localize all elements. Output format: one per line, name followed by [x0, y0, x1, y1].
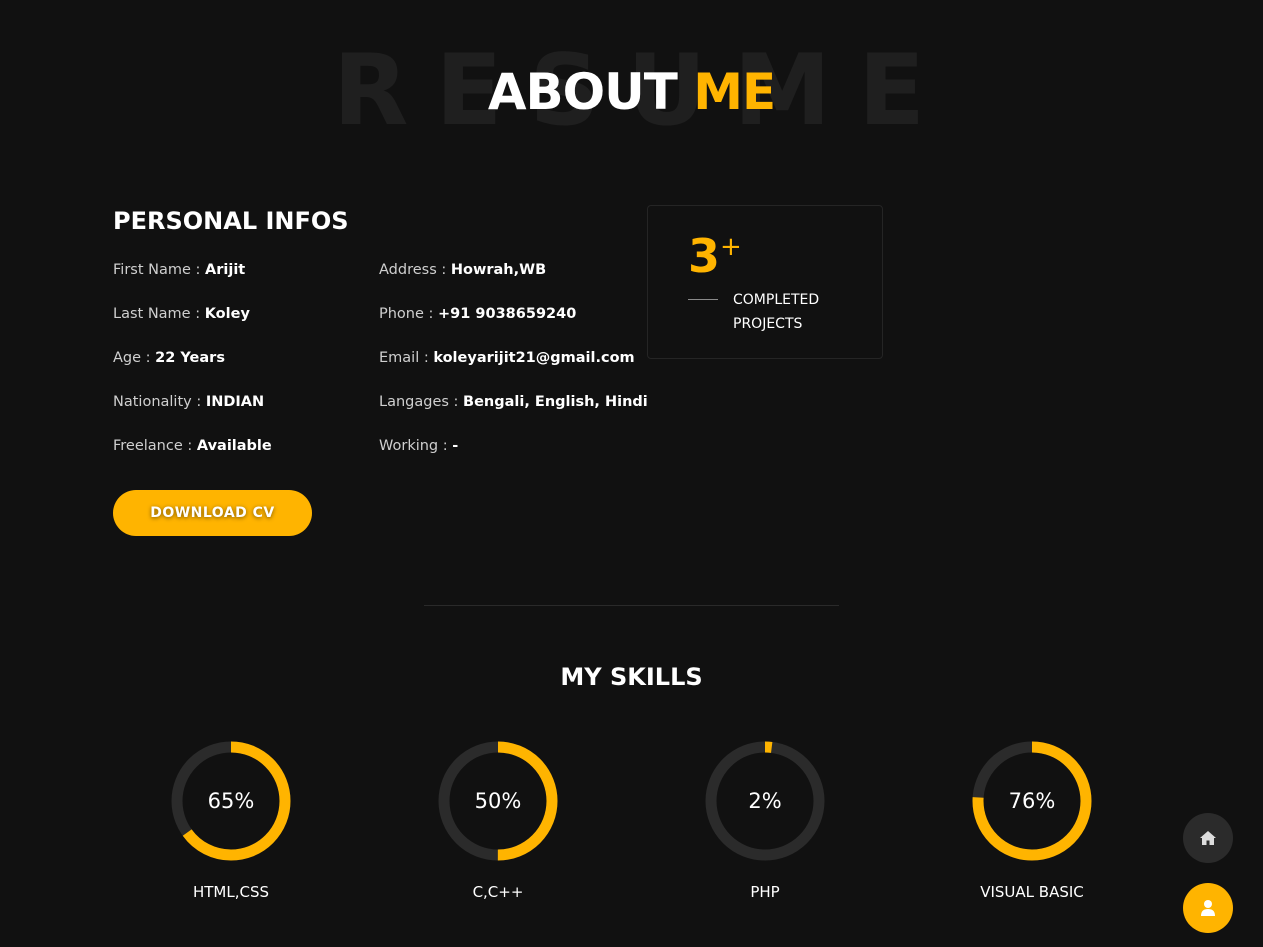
skill-name: PHP [750, 883, 780, 901]
info-value: Koley [204, 306, 250, 322]
section-divider [424, 605, 839, 606]
info-nationality: Nationality : INDIAN [113, 390, 272, 434]
info-separator: : [419, 350, 434, 366]
home-icon [1200, 831, 1216, 845]
info-last-name: Last Name : Koley [113, 302, 272, 346]
info-freelance: Freelance : Available [113, 434, 272, 478]
info-age: Age : 22 Years [113, 346, 272, 390]
skills-heading: MY SKILLS [560, 663, 703, 691]
info-key: Address [379, 262, 437, 278]
skill-visual-basic: 76% VISUAL BASIC [922, 741, 1142, 901]
skill-html-css: 65% HTML,CSS [121, 741, 341, 901]
info-separator: : [141, 350, 156, 366]
about-page: RESUME ABOUT ME PERSONAL INFOS First Nam… [0, 0, 1263, 947]
skill-progress-ring: 50% [438, 741, 558, 861]
info-key: Nationality [113, 394, 192, 410]
user-icon [1201, 900, 1215, 916]
title-word-about: ABOUT [487, 63, 678, 121]
info-email: Email : koleyarijit21@gmail.com [379, 346, 648, 390]
title-word-me: ME [693, 63, 776, 121]
info-value: Howrah,WB [450, 262, 547, 278]
info-value: - [452, 438, 459, 454]
skill-percent: 50% [474, 789, 522, 813]
info-working: Working : - [379, 434, 648, 478]
info-key: Age [113, 350, 142, 366]
info-value: INDIAN [205, 394, 265, 410]
info-value: koleyarijit21@gmail.com [433, 350, 635, 366]
info-languages: Langages : Bengali, English, Hindi [379, 390, 648, 434]
info-separator: : [190, 262, 206, 278]
skill-progress-ring: 2% [705, 741, 825, 861]
info-separator: : [191, 394, 206, 410]
home-nav-button[interactable] [1183, 813, 1233, 863]
projects-count: 3 [688, 229, 721, 283]
personal-infos-heading: PERSONAL INFOS [113, 207, 349, 235]
skill-name: HTML,CSS [192, 883, 270, 901]
info-value: Bengali, English, Hindi [463, 394, 648, 410]
download-cv-button[interactable]: DOWNLOAD CV [113, 490, 312, 536]
skill-progress-ring: 65% [171, 741, 291, 861]
info-value: Arijit [205, 262, 246, 278]
skill-name: VISUAL BASIC [980, 883, 1084, 901]
info-value: 22 Years [155, 350, 225, 366]
info-key: Freelance [113, 438, 183, 454]
projects-plus-sign: + [720, 232, 742, 262]
completed-projects-card: 3 + COMPLETED PROJECTS [647, 205, 883, 359]
skill-percent: 76% [1008, 789, 1056, 813]
personal-info-list-left: First Name : Arijit Last Name : Koley Ag… [113, 258, 272, 478]
skill-progress-ring: 76% [972, 741, 1092, 861]
info-key: Langages [379, 394, 449, 410]
skill-percent: 2% [748, 789, 782, 813]
info-value: +91 9038659240 [438, 306, 577, 322]
page-title: ABOUT ME [0, 62, 1263, 122]
personal-info-list-right: Address : Howrah,WB Phone : +91 90386592… [379, 258, 648, 478]
info-address: Address : Howrah,WB [379, 258, 648, 302]
info-key: First Name [113, 262, 191, 278]
info-separator: : [182, 438, 197, 454]
info-phone: Phone : +91 9038659240 [379, 302, 648, 346]
info-value: Available [196, 438, 272, 454]
info-first-name: First Name : Arijit [113, 258, 272, 302]
skill-php: 2% PHP [655, 741, 875, 901]
info-separator: : [436, 262, 451, 278]
info-separator: : [438, 438, 453, 454]
skill-c-cpp: 50% C,C++ [388, 741, 608, 901]
info-key: Phone [379, 306, 424, 322]
projects-label: COMPLETED PROJECTS [733, 292, 820, 332]
info-key: Working [379, 438, 439, 454]
info-separator: : [190, 306, 205, 322]
info-key: Email [379, 350, 420, 366]
info-separator: : [423, 306, 439, 322]
stat-line-decoration [688, 299, 718, 300]
info-key: Last Name [113, 306, 191, 322]
info-separator: : [448, 394, 464, 410]
about-nav-button[interactable] [1183, 883, 1233, 933]
skill-percent: 65% [207, 789, 255, 813]
skill-name: C,C++ [472, 883, 524, 901]
